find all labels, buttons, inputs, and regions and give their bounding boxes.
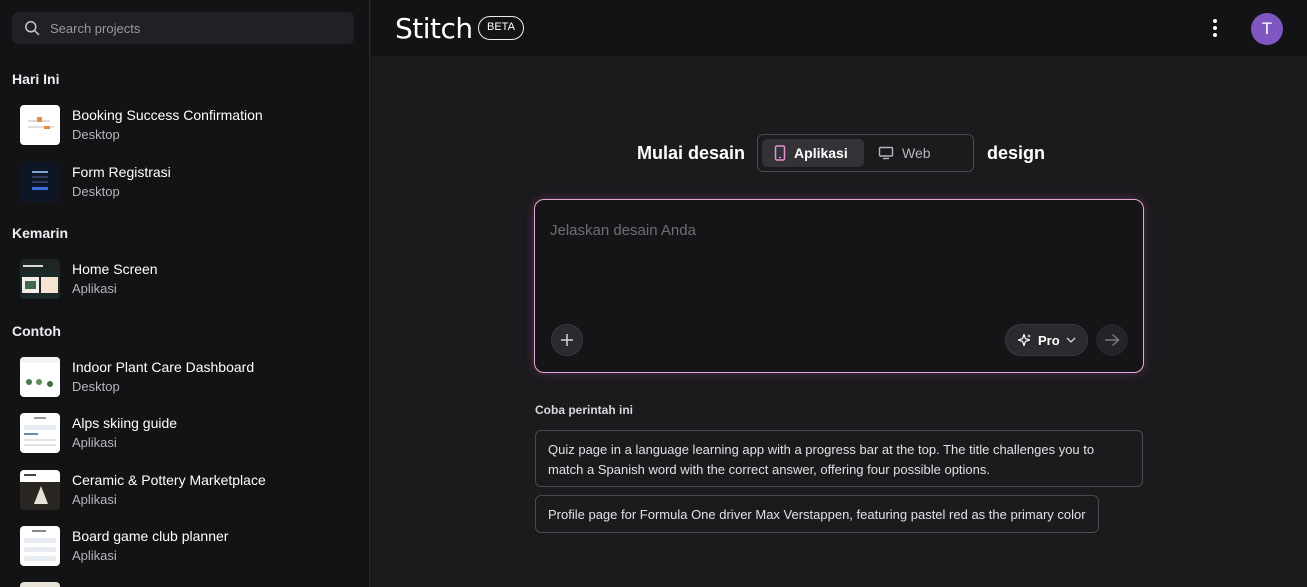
search-bar[interactable] [12, 12, 354, 44]
project-type: Desktop [72, 184, 120, 199]
prompt-input[interactable] [550, 222, 1120, 302]
project-type: Aplikasi [72, 435, 117, 450]
project-item-ceramic-pottery[interactable]: Ceramic & Pottery Marketplace Aplikasi [12, 466, 358, 514]
phone-icon [774, 145, 786, 161]
project-item-booking-success[interactable]: Booking Success Confirmation Desktop [12, 101, 358, 149]
search-icon [25, 21, 40, 36]
top-bar: Stitch BETA T [371, 0, 1307, 56]
project-thumbnail [20, 470, 60, 510]
project-name: Indoor Plant Care Dashboard [72, 359, 255, 375]
project-type: Aplikasi [72, 548, 117, 563]
project-item-form-registrasi[interactable]: Form Registrasi Desktop [12, 158, 358, 206]
project-item-indoor-plant[interactable]: Indoor Plant Care Dashboard Desktop [12, 353, 358, 401]
suggestions-label: Coba perintah ini [535, 403, 634, 417]
monitor-icon [878, 146, 894, 160]
model-label: Pro [1038, 332, 1060, 348]
avatar[interactable]: T [1251, 13, 1283, 45]
project-name: Booking Success Confirmation [72, 107, 263, 123]
project-thumbnail [20, 413, 60, 453]
tab-aplikasi[interactable]: Aplikasi [762, 139, 865, 167]
chevron-down-icon [1066, 337, 1076, 343]
section-label-yesterday: Kemarin [12, 225, 69, 241]
section-label-today: Hari Ini [12, 71, 60, 87]
project-name: Form Registrasi [72, 164, 171, 180]
suggestion-chip[interactable]: Profile page for Formula One driver Max … [535, 495, 1099, 533]
prompt-box: Pro [534, 199, 1144, 373]
sparkle-icon [1017, 333, 1031, 346]
mode-lead-text: Mulai desain [637, 142, 746, 163]
project-type: Desktop [72, 379, 120, 394]
section-label-examples: Contoh [12, 323, 61, 339]
tab-web-label: Web [902, 145, 931, 161]
app-logo[interactable]: Stitch [395, 12, 473, 45]
beta-badge: BETA [478, 16, 524, 40]
project-type: Aplikasi [72, 281, 117, 296]
project-type: Aplikasi [72, 492, 117, 507]
project-thumbnail [20, 105, 60, 145]
project-thumbnail [20, 162, 60, 202]
more-options-icon[interactable] [1205, 16, 1225, 40]
suggestion-chip[interactable]: Quiz page in a language learning app wit… [535, 430, 1143, 487]
send-button[interactable] [1096, 324, 1128, 356]
project-type: Desktop [72, 127, 120, 142]
project-name: Alps skiing guide [72, 415, 178, 431]
project-item-home-screen[interactable]: Home Screen Aplikasi [12, 255, 358, 303]
project-thumbnail [20, 526, 60, 566]
search-input[interactable] [50, 20, 340, 36]
tab-aplikasi-label: Aplikasi [794, 145, 848, 161]
project-name: Board game club planner [72, 528, 229, 544]
project-thumbnail [20, 357, 60, 397]
project-item-board-game[interactable]: Board game club planner Aplikasi [12, 522, 358, 570]
project-item-alps-skiing[interactable]: Alps skiing guide Aplikasi [12, 409, 358, 457]
mode-trail-text: design [987, 142, 1046, 163]
sidebar: Hari Ini Booking Success Confirmation De… [0, 0, 370, 587]
platform-toggle: Aplikasi Web [757, 134, 975, 172]
project-thumbnail-partial [20, 582, 60, 587]
add-attachment-button[interactable] [551, 324, 583, 356]
tab-web[interactable]: Web [866, 139, 943, 167]
plus-icon [561, 334, 573, 346]
project-thumbnail [20, 259, 60, 299]
arrow-right-icon [1105, 333, 1120, 347]
model-select-button[interactable]: Pro [1005, 324, 1088, 356]
project-name: Home Screen [72, 261, 158, 277]
project-name: Ceramic & Pottery Marketplace [72, 472, 266, 488]
design-mode-row: Mulai desain Aplikasi Web design [637, 134, 1045, 172]
